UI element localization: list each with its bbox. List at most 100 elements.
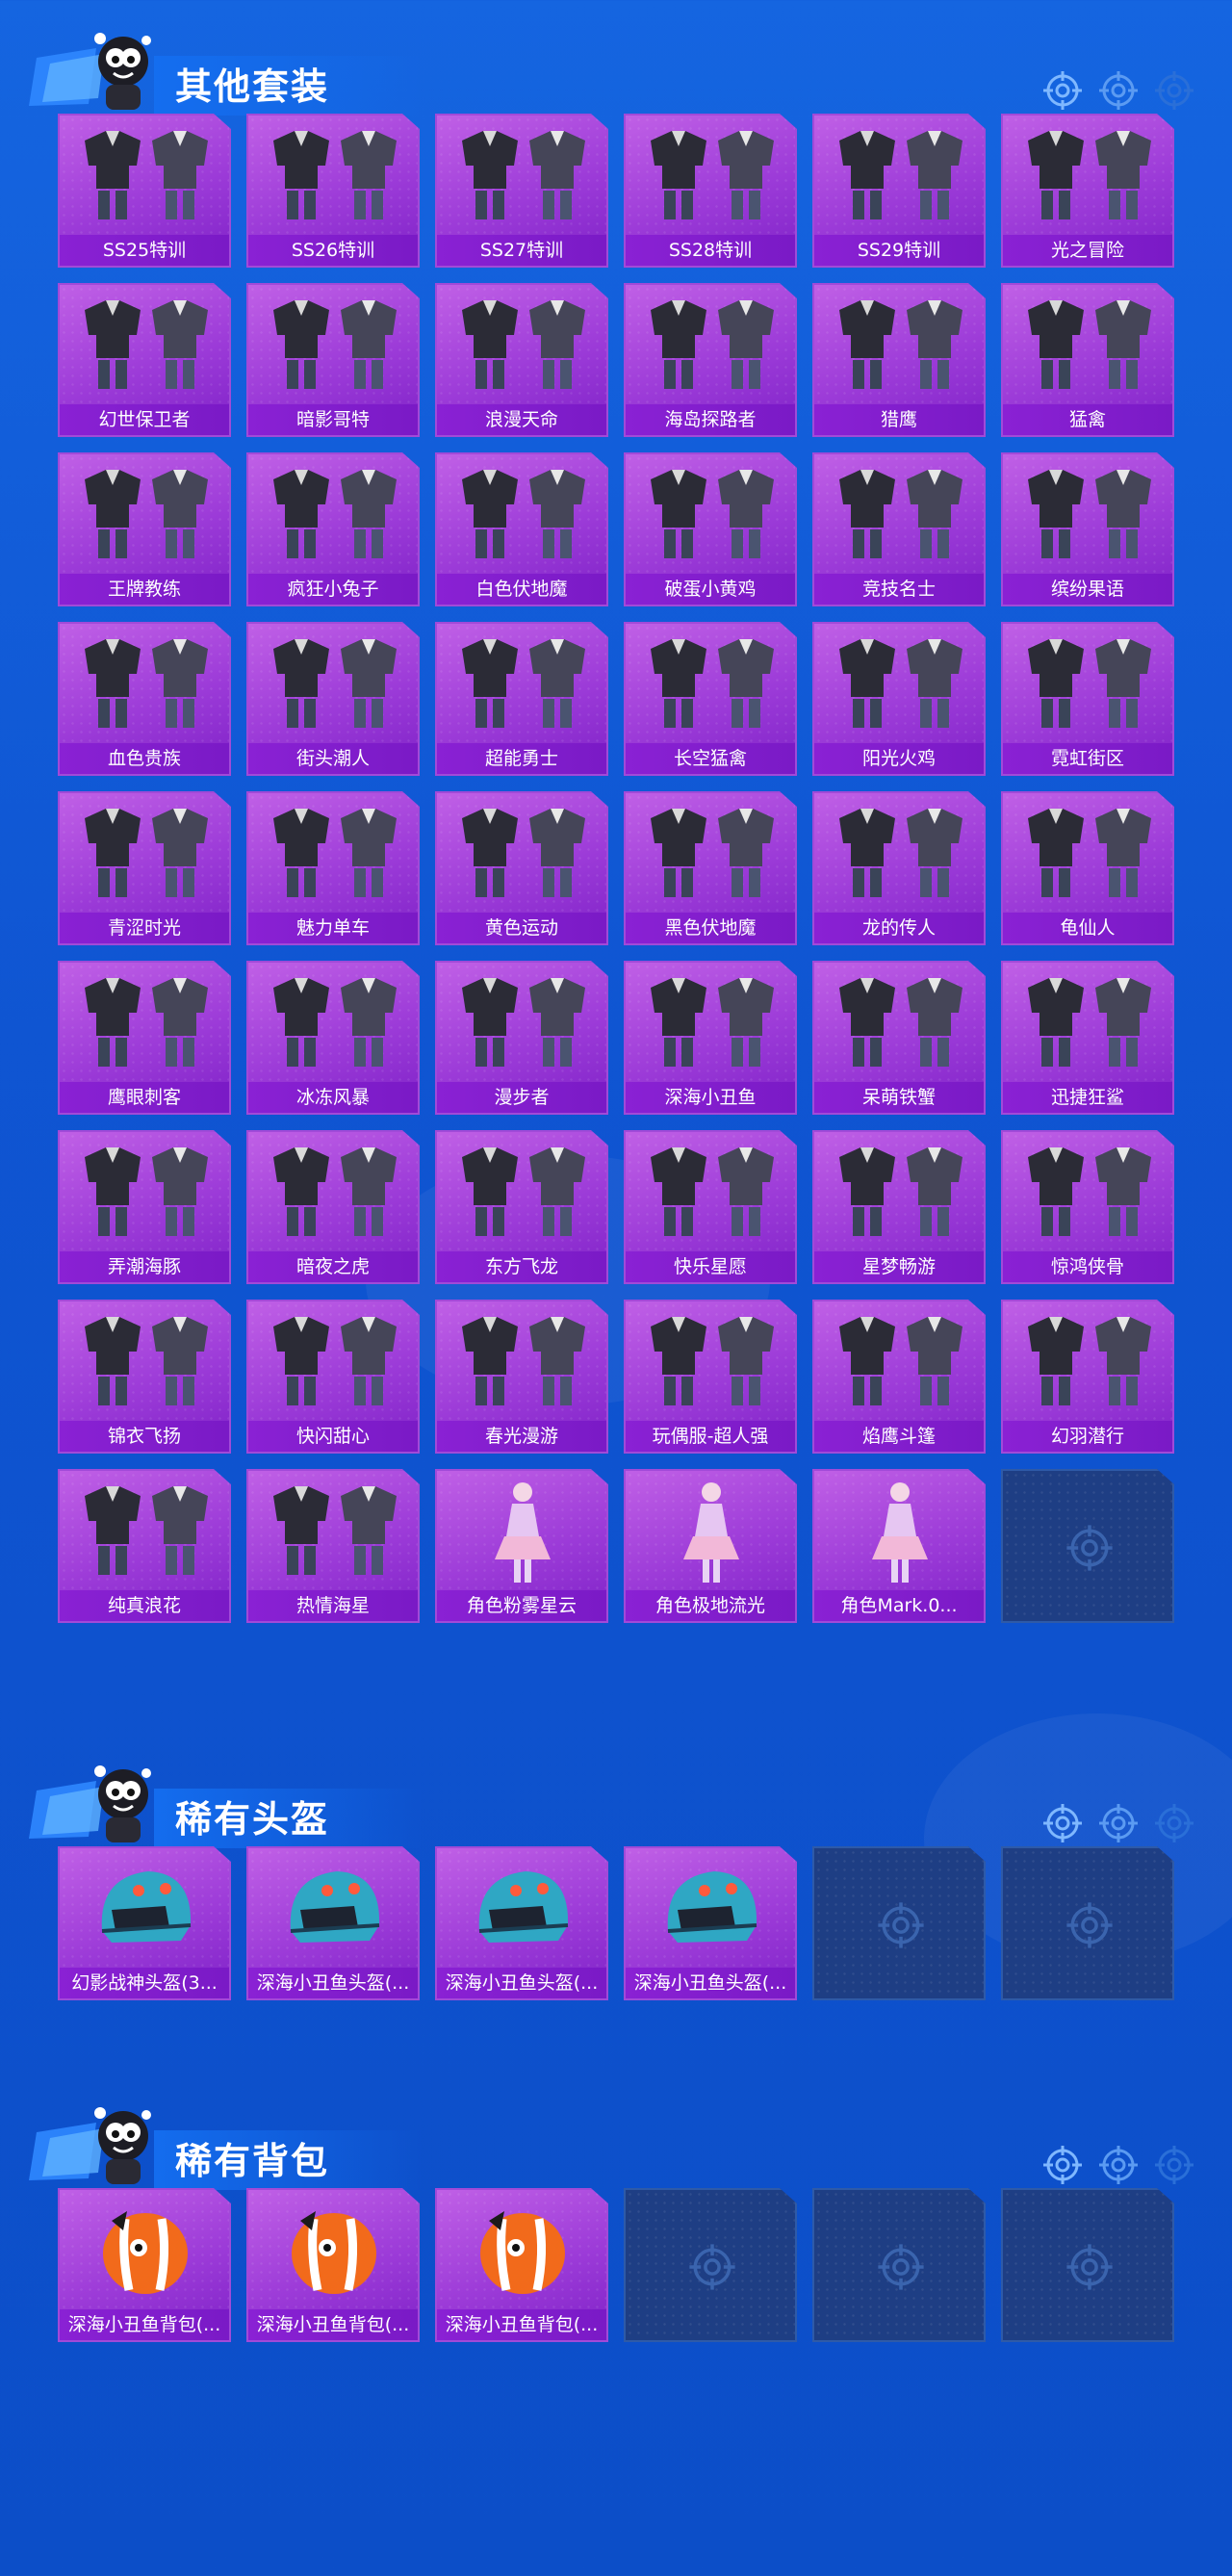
item-card[interactable]: 海岛探路者 (624, 283, 797, 437)
item-card[interactable]: 惊鸿侠骨 (1001, 1130, 1174, 1284)
item-card[interactable]: 迅捷狂鲨 (1001, 961, 1174, 1115)
item-card[interactable]: 东方飞龙 (435, 1130, 608, 1284)
item-label: 魅力单车 (248, 913, 418, 943)
item-card[interactable]: 龟仙人 (1001, 791, 1174, 945)
item-card[interactable]: 破蛋小黄鸡 (624, 452, 797, 606)
item-card[interactable]: 浪漫天命 (435, 283, 608, 437)
outfit-icon (828, 801, 972, 909)
item-card[interactable]: 白色伏地魔 (435, 452, 608, 606)
target-icons (1041, 2144, 1195, 2186)
item-card[interactable]: 深海小丑鱼背包(... (435, 2188, 608, 2342)
item-label: 龟仙人 (1003, 913, 1172, 943)
item-label: 迅捷狂鲨 (1003, 1082, 1172, 1113)
item-card[interactable]: SS29特训 (812, 114, 986, 268)
item-card[interactable]: 猎鹰 (812, 283, 986, 437)
item-label: 春光漫游 (437, 1421, 606, 1452)
item-label: 惊鸿侠骨 (1003, 1251, 1172, 1282)
item-card[interactable]: 鹰眼刺客 (58, 961, 231, 1115)
item-card[interactable]: 血色贵族 (58, 622, 231, 776)
item-card[interactable]: 锦衣飞扬 (58, 1300, 231, 1454)
item-card[interactable]: 快乐星愿 (624, 1130, 797, 1284)
item-card[interactable]: 光之冒险 (1001, 114, 1174, 268)
item-label: 疯狂小兔子 (248, 574, 418, 605)
item-card[interactable]: 缤纷果语 (1001, 452, 1174, 606)
item-card[interactable]: 快闪甜心 (246, 1300, 420, 1454)
item-card[interactable]: 深海小丑鱼头盔(... (624, 1846, 797, 2000)
item-card[interactable]: 幻羽潜行 (1001, 1300, 1174, 1454)
item-card[interactable]: 街头潮人 (246, 622, 420, 776)
outfit-icon (262, 631, 406, 739)
item-label: 黄色运动 (437, 913, 606, 943)
item-card[interactable]: 深海小丑鱼头盔(... (246, 1846, 420, 2000)
empty-slot (1001, 1846, 1174, 2000)
item-card[interactable]: 黑色伏地魔 (624, 791, 797, 945)
crosshair-icon (1065, 2242, 1115, 2292)
item-card[interactable]: 角色Mark.0... (812, 1469, 986, 1623)
crosshair-icon (687, 2242, 737, 2292)
item-card[interactable]: 深海小丑鱼头盔(... (435, 1846, 608, 2000)
item-card[interactable]: 角色粉雾星云 (435, 1469, 608, 1623)
item-card[interactable]: 猛禽 (1001, 283, 1174, 437)
crosshair-icon (876, 2242, 926, 2292)
item-card[interactable]: 幻世保卫者 (58, 283, 231, 437)
item-card[interactable]: 焰鹰斗篷 (812, 1300, 986, 1454)
item-label: 阳光火鸡 (814, 743, 984, 774)
item-card[interactable]: 龙的传人 (812, 791, 986, 945)
item-card[interactable]: 热情海星 (246, 1469, 420, 1623)
outfit-icon (639, 631, 783, 739)
item-label: 光之冒险 (1003, 235, 1172, 266)
item-label: 深海小丑鱼 (626, 1082, 795, 1113)
item-card[interactable]: 超能勇士 (435, 622, 608, 776)
item-card[interactable]: 纯真浪花 (58, 1469, 231, 1623)
item-card[interactable]: 冰冻风暴 (246, 961, 420, 1115)
section-header: 稀有头盔 (0, 1752, 1232, 1848)
outfit-icon (828, 293, 972, 400)
item-card[interactable]: 漫步者 (435, 961, 608, 1115)
section-3: 稀有背包 深海小丑鱼背包(... 深海小丑鱼背包(... 深海小丑鱼背包(... (0, 2094, 1232, 2342)
item-card[interactable]: 魅力单车 (246, 791, 420, 945)
outfit-icon (73, 1140, 218, 1248)
outfit-icon (73, 970, 218, 1078)
item-card[interactable]: 疯狂小兔子 (246, 452, 420, 606)
crosshair-icon (1065, 1523, 1115, 1573)
item-card[interactable]: 玩偶服-超人强 (624, 1300, 797, 1454)
outfit-icon (1016, 1309, 1161, 1417)
item-card[interactable]: 深海小丑鱼 (624, 961, 797, 1115)
empty-slot (812, 2188, 986, 2342)
item-card[interactable]: 春光漫游 (435, 1300, 608, 1454)
outfit-icon (639, 970, 783, 1078)
item-label: 暗夜之虎 (248, 1251, 418, 1282)
item-card[interactable]: 暗夜之虎 (246, 1130, 420, 1284)
item-card[interactable]: 深海小丑鱼背包(... (246, 2188, 420, 2342)
item-card[interactable]: 呆萌铁蟹 (812, 961, 986, 1115)
item-card[interactable]: 深海小丑鱼背包(... (58, 2188, 231, 2342)
item-label: 血色贵族 (60, 743, 229, 774)
item-label: 街头潮人 (248, 743, 418, 774)
item-label: 超能勇士 (437, 743, 606, 774)
item-card[interactable]: SS26特训 (246, 114, 420, 268)
outfit-icon (73, 631, 218, 739)
item-card[interactable]: SS28特训 (624, 114, 797, 268)
item-card[interactable]: 长空猛禽 (624, 622, 797, 776)
item-card[interactable]: 竞技名士 (812, 452, 986, 606)
mascot-logo-icon (29, 19, 173, 116)
item-card[interactable]: 角色极地流光 (624, 1469, 797, 1623)
item-card[interactable]: 暗影哥特 (246, 283, 420, 437)
item-card[interactable]: SS25特训 (58, 114, 231, 268)
item-label: 深海小丑鱼头盔(... (437, 1968, 606, 1998)
item-card[interactable]: SS27特训 (435, 114, 608, 268)
outfit-icon (450, 1140, 595, 1248)
item-card[interactable]: 王牌教练 (58, 452, 231, 606)
outfit-icon (828, 631, 972, 739)
section-2: 稀有头盔 幻影战神头盔(3... 深海小丑鱼头盔(... 深海小丑鱼头盔(... 深海小… (0, 1752, 1232, 2000)
item-card[interactable]: 弄潮海豚 (58, 1130, 231, 1284)
item-card[interactable]: 霓虹街区 (1001, 622, 1174, 776)
section-title: 其他套装 (175, 65, 330, 108)
item-card[interactable]: 黄色运动 (435, 791, 608, 945)
item-card[interactable]: 阳光火鸡 (812, 622, 986, 776)
outfit-icon (450, 970, 595, 1078)
item-card[interactable]: 青涩时光 (58, 791, 231, 945)
item-card[interactable]: 星梦畅游 (812, 1130, 986, 1284)
backpack-icon (73, 2198, 218, 2306)
item-card[interactable]: 幻影战神头盔(3... (58, 1846, 231, 2000)
